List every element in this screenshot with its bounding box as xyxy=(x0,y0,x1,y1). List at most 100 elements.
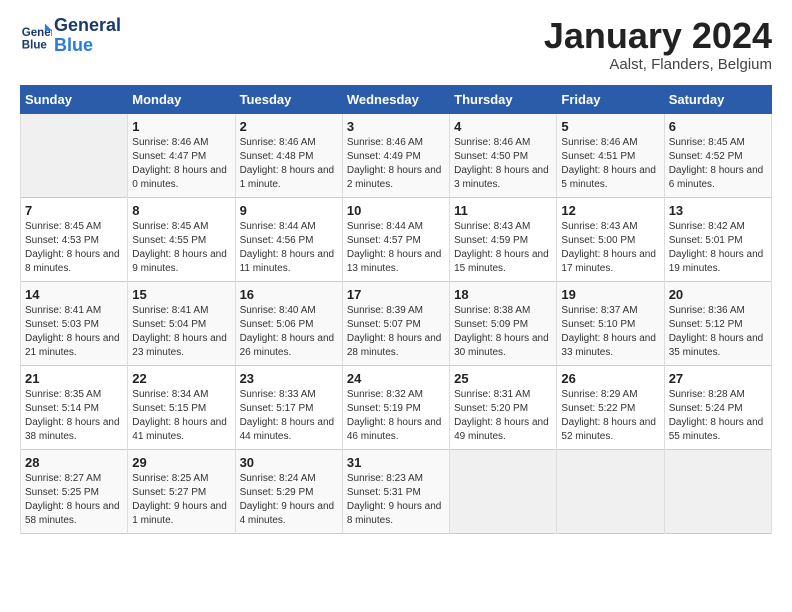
calendar-cell: 19 Sunrise: 8:37 AMSunset: 5:10 PMDayligh… xyxy=(557,281,664,365)
calendar-container: General Blue General Blue January 2024 A… xyxy=(0,0,792,544)
day-info: Sunrise: 8:24 AMSunset: 5:29 PMDaylight:… xyxy=(240,472,338,528)
day-info: Sunrise: 8:25 AMSunset: 5:27 PMDaylight:… xyxy=(132,472,230,528)
calendar-cell: 26 Sunrise: 8:29 AMSunset: 5:22 PMDayligh… xyxy=(557,365,664,449)
calendar-cell: 5 Sunrise: 8:46 AMSunset: 4:51 PMDaylight… xyxy=(557,113,664,197)
day-number: 26 xyxy=(561,371,659,386)
calendar-cell: 20 Sunrise: 8:36 AMSunset: 5:12 PMDayligh… xyxy=(664,281,771,365)
calendar-cell: 12Sunrise: 8:43 AMSunset: 5:00 PMDayligh… xyxy=(557,197,664,281)
day-number: 17 xyxy=(347,287,445,302)
header-day-friday: Friday xyxy=(557,85,664,113)
day-number: 29 xyxy=(132,455,230,470)
day-info: Sunrise: 8:36 AMSunset: 5:12 PMDaylight:… xyxy=(669,304,767,360)
day-info: Sunrise: 8:46 AMSunset: 4:47 PMDaylight:… xyxy=(132,136,230,192)
calendar-cell: 16 Sunrise: 8:40 AMSunset: 5:06 PMDayligh… xyxy=(235,281,342,365)
svg-text:Blue: Blue xyxy=(22,39,48,51)
day-number: 10 xyxy=(347,203,445,218)
day-number: 27 xyxy=(669,371,767,386)
calendar-table: SundayMondayTuesdayWednesdayThursdayFrid… xyxy=(20,85,772,534)
week-row-3: 21 Sunrise: 8:35 AMSunset: 5:14 PMDayligh… xyxy=(21,365,772,449)
day-number: 21 xyxy=(25,371,123,386)
day-info: Sunrise: 8:45 AMSunset: 4:55 PMDaylight:… xyxy=(132,220,230,276)
day-info: Sunrise: 8:44 AMSunset: 4:57 PMDaylight:… xyxy=(347,220,445,276)
calendar-cell: 31Sunrise: 8:23 AMSunset: 5:31 PMDayligh… xyxy=(342,449,449,533)
day-number: 8 xyxy=(132,203,230,218)
title-block: January 2024 Aalst, Flanders, Belgium xyxy=(544,16,772,73)
day-info: Sunrise: 8:46 AMSunset: 4:48 PMDaylight:… xyxy=(240,136,338,192)
day-number: 18 xyxy=(454,287,552,302)
day-info: Sunrise: 8:37 AMSunset: 5:10 PMDaylight:… xyxy=(561,304,659,360)
day-number: 22 xyxy=(132,371,230,386)
calendar-cell xyxy=(557,449,664,533)
day-info: Sunrise: 8:42 AMSunset: 5:01 PMDaylight:… xyxy=(669,220,767,276)
calendar-cell: 23Sunrise: 8:33 AMSunset: 5:17 PMDayligh… xyxy=(235,365,342,449)
day-info: Sunrise: 8:28 AMSunset: 5:24 PMDaylight:… xyxy=(669,388,767,444)
logo: General Blue General Blue xyxy=(20,16,121,56)
day-number: 28 xyxy=(25,455,123,470)
header-day-monday: Monday xyxy=(128,85,235,113)
day-info: Sunrise: 8:39 AMSunset: 5:07 PMDaylight:… xyxy=(347,304,445,360)
day-info: Sunrise: 8:32 AMSunset: 5:19 PMDaylight:… xyxy=(347,388,445,444)
month-title: January 2024 xyxy=(544,16,772,56)
day-info: Sunrise: 8:45 AMSunset: 4:53 PMDaylight:… xyxy=(25,220,123,276)
day-number: 25 xyxy=(454,371,552,386)
logo-icon: General Blue xyxy=(20,20,52,52)
day-number: 15 xyxy=(132,287,230,302)
week-row-0: 1 Sunrise: 8:46 AMSunset: 4:47 PMDaylight… xyxy=(21,113,772,197)
day-number: 13 xyxy=(669,203,767,218)
header-day-thursday: Thursday xyxy=(450,85,557,113)
day-info: Sunrise: 8:46 AMSunset: 4:51 PMDaylight:… xyxy=(561,136,659,192)
calendar-cell: 2Sunrise: 8:46 AMSunset: 4:48 PMDaylight… xyxy=(235,113,342,197)
calendar-cell: 22 Sunrise: 8:34 AMSunset: 5:15 PMDayligh… xyxy=(128,365,235,449)
day-number: 6 xyxy=(669,119,767,134)
calendar-cell xyxy=(21,113,128,197)
week-row-1: 7 Sunrise: 8:45 AMSunset: 4:53 PMDaylight… xyxy=(21,197,772,281)
header-day-wednesday: Wednesday xyxy=(342,85,449,113)
day-info: Sunrise: 8:46 AMSunset: 4:49 PMDaylight:… xyxy=(347,136,445,192)
location: Aalst, Flanders, Belgium xyxy=(544,56,772,73)
day-info: Sunrise: 8:23 AMSunset: 5:31 PMDaylight:… xyxy=(347,472,445,528)
week-row-2: 14Sunrise: 8:41 AMSunset: 5:03 PMDayligh… xyxy=(21,281,772,365)
calendar-cell: 15 Sunrise: 8:41 AMSunset: 5:04 PMDayligh… xyxy=(128,281,235,365)
day-number: 30 xyxy=(240,455,338,470)
header-day-tuesday: Tuesday xyxy=(235,85,342,113)
calendar-cell: 3 Sunrise: 8:46 AMSunset: 4:49 PMDaylight… xyxy=(342,113,449,197)
calendar-cell: 13 Sunrise: 8:42 AMSunset: 5:01 PMDayligh… xyxy=(664,197,771,281)
day-info: Sunrise: 8:44 AMSunset: 4:56 PMDaylight:… xyxy=(240,220,338,276)
header: General Blue General Blue January 2024 A… xyxy=(20,16,772,73)
day-info: Sunrise: 8:35 AMSunset: 5:14 PMDaylight:… xyxy=(25,388,123,444)
calendar-cell: 4Sunrise: 8:46 AMSunset: 4:50 PMDaylight… xyxy=(450,113,557,197)
day-info: Sunrise: 8:41 AMSunset: 5:04 PMDaylight:… xyxy=(132,304,230,360)
day-number: 12 xyxy=(561,203,659,218)
day-number: 9 xyxy=(240,203,338,218)
calendar-cell: 1 Sunrise: 8:46 AMSunset: 4:47 PMDaylight… xyxy=(128,113,235,197)
day-info: Sunrise: 8:43 AMSunset: 4:59 PMDaylight:… xyxy=(454,220,552,276)
day-number: 1 xyxy=(132,119,230,134)
day-number: 19 xyxy=(561,287,659,302)
day-number: 7 xyxy=(25,203,123,218)
calendar-cell: 18Sunrise: 8:38 AMSunset: 5:09 PMDayligh… xyxy=(450,281,557,365)
day-info: Sunrise: 8:34 AMSunset: 5:15 PMDaylight:… xyxy=(132,388,230,444)
day-number: 20 xyxy=(669,287,767,302)
calendar-cell: 27 Sunrise: 8:28 AMSunset: 5:24 PMDayligh… xyxy=(664,365,771,449)
calendar-cell xyxy=(664,449,771,533)
calendar-cell: 24Sunrise: 8:32 AMSunset: 5:19 PMDayligh… xyxy=(342,365,449,449)
calendar-cell: 29 Sunrise: 8:25 AMSunset: 5:27 PMDayligh… xyxy=(128,449,235,533)
day-number: 16 xyxy=(240,287,338,302)
calendar-cell: 7 Sunrise: 8:45 AMSunset: 4:53 PMDaylight… xyxy=(21,197,128,281)
logo-general: General xyxy=(54,16,121,36)
calendar-cell: 21 Sunrise: 8:35 AMSunset: 5:14 PMDayligh… xyxy=(21,365,128,449)
day-info: Sunrise: 8:41 AMSunset: 5:03 PMDaylight:… xyxy=(25,304,123,360)
calendar-cell: 28Sunrise: 8:27 AMSunset: 5:25 PMDayligh… xyxy=(21,449,128,533)
day-info: Sunrise: 8:29 AMSunset: 5:22 PMDaylight:… xyxy=(561,388,659,444)
calendar-cell: 9 Sunrise: 8:44 AMSunset: 4:56 PMDaylight… xyxy=(235,197,342,281)
day-number: 5 xyxy=(561,119,659,134)
day-info: Sunrise: 8:40 AMSunset: 5:06 PMDaylight:… xyxy=(240,304,338,360)
calendar-cell xyxy=(450,449,557,533)
day-number: 3 xyxy=(347,119,445,134)
calendar-cell: 10 Sunrise: 8:44 AMSunset: 4:57 PMDayligh… xyxy=(342,197,449,281)
calendar-cell: 14Sunrise: 8:41 AMSunset: 5:03 PMDayligh… xyxy=(21,281,128,365)
day-info: Sunrise: 8:45 AMSunset: 4:52 PMDaylight:… xyxy=(669,136,767,192)
logo-blue: Blue xyxy=(54,36,121,56)
header-row: SundayMondayTuesdayWednesdayThursdayFrid… xyxy=(21,85,772,113)
calendar-cell: 25Sunrise: 8:31 AMSunset: 5:20 PMDayligh… xyxy=(450,365,557,449)
